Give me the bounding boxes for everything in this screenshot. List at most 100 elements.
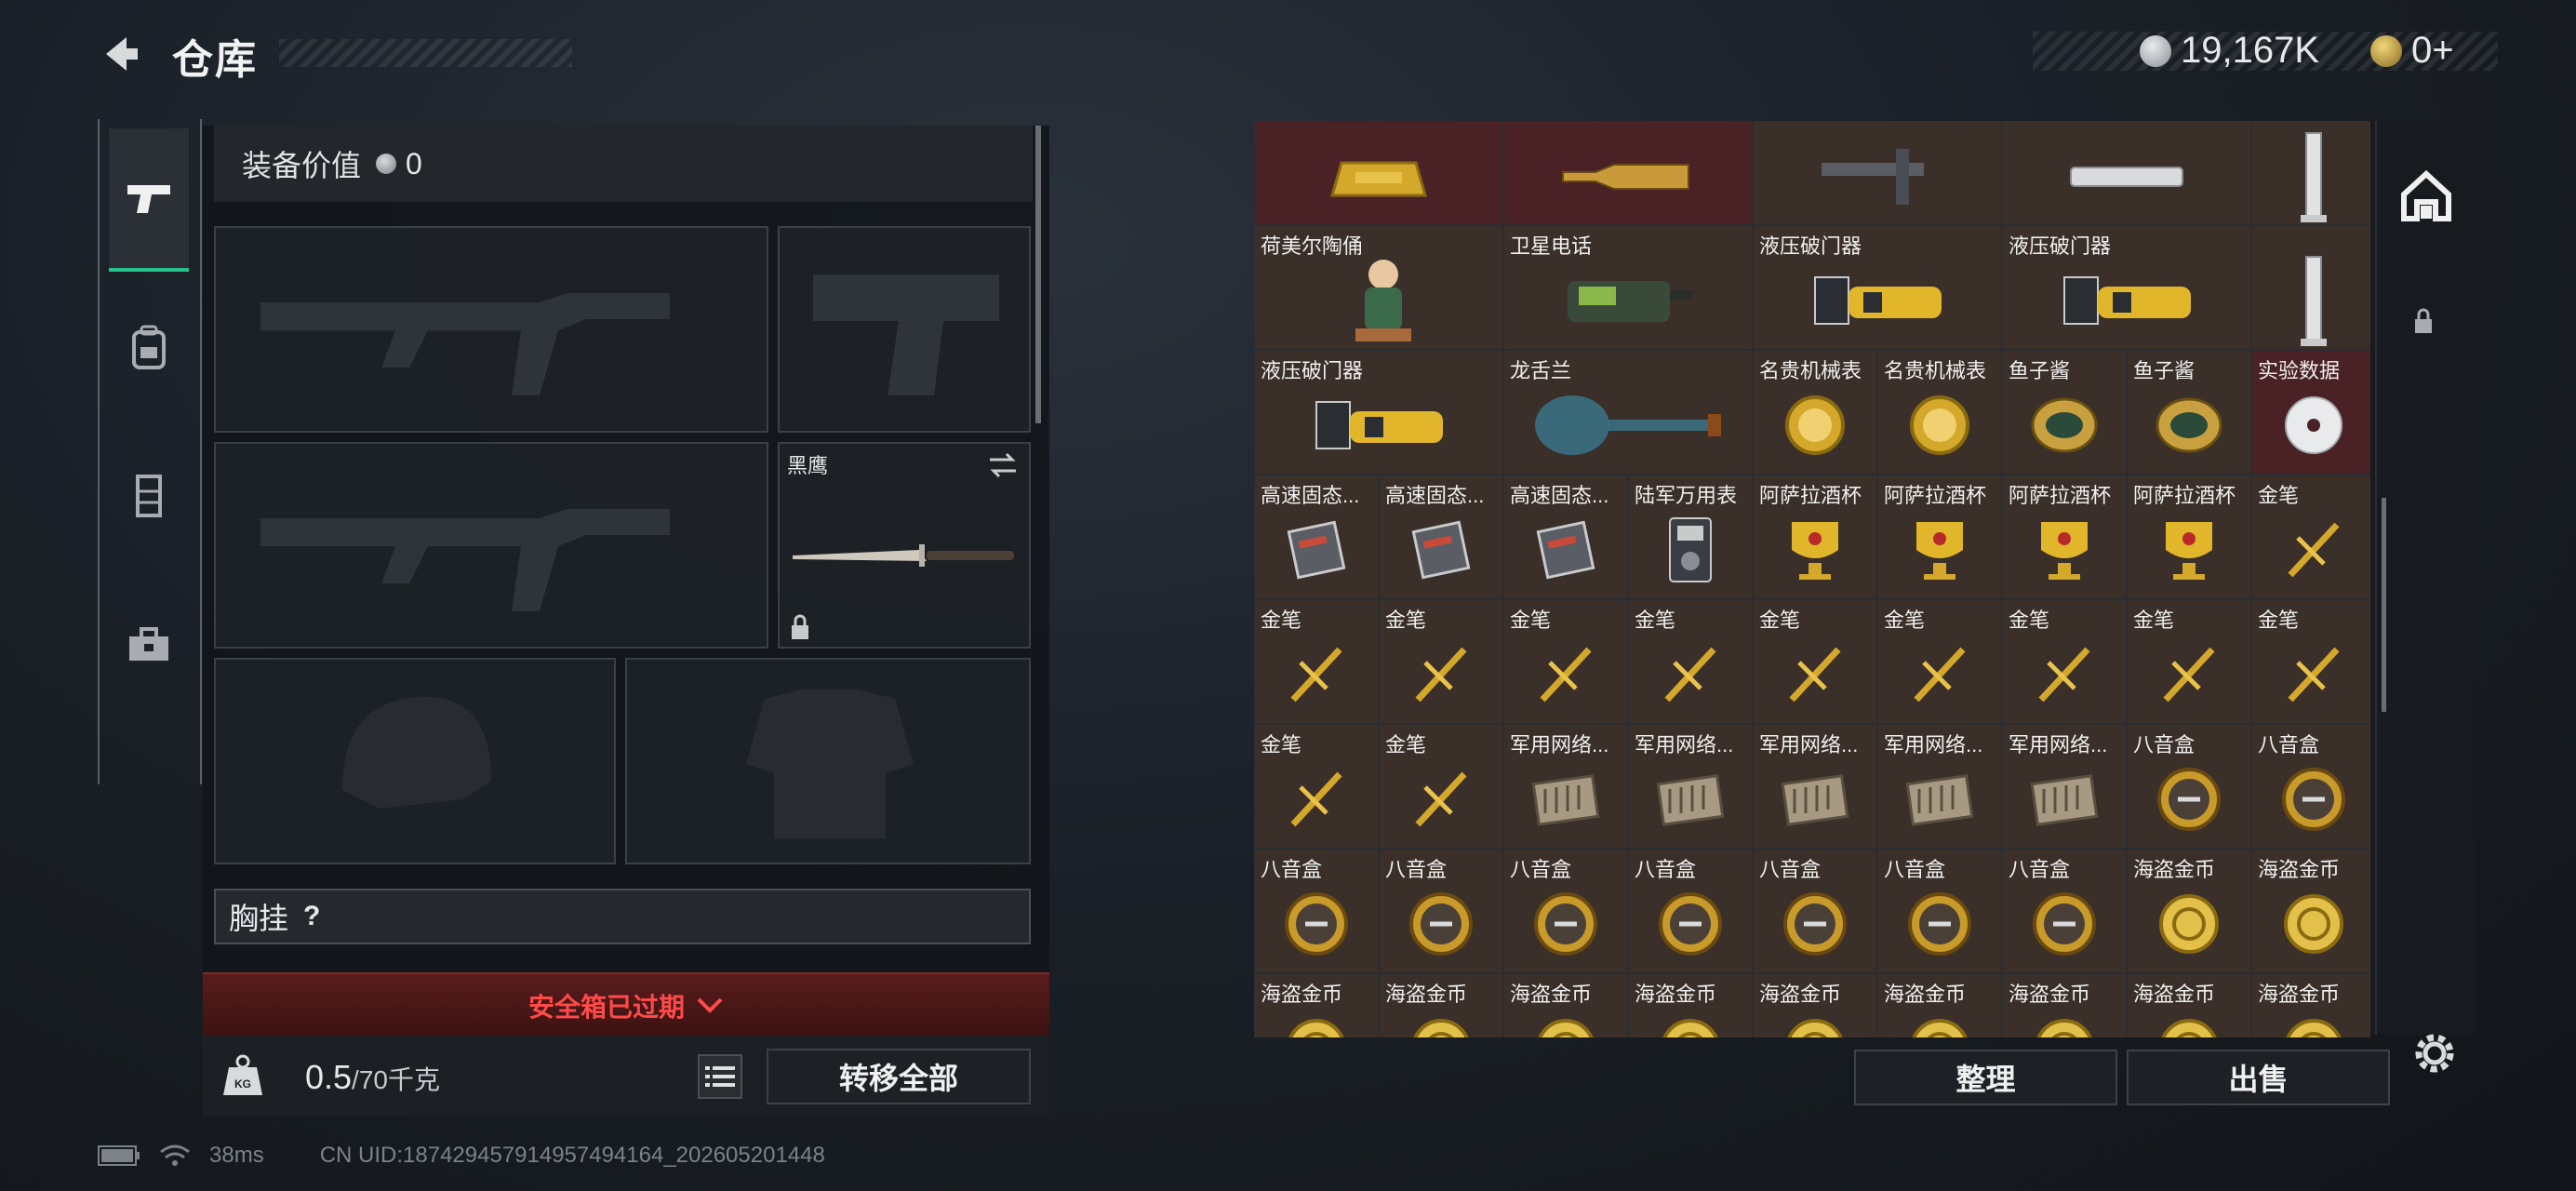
inventory-item[interactable]: 名贵机械表 xyxy=(1877,350,2002,475)
currency-hafcoin[interactable]: 19,167K xyxy=(2140,30,2319,72)
inventory-item[interactable]: 荷美尔陶俑 xyxy=(1254,225,1503,350)
inventory-item[interactable]: 金笔 xyxy=(1877,599,2002,724)
chest-rig-row[interactable]: 胸挂 ? xyxy=(214,889,1031,944)
inventory-item[interactable]: 实验数据 xyxy=(2251,350,2370,475)
swap-icon[interactable] xyxy=(986,451,1020,479)
inventory-item[interactable]: 阿萨拉酒杯 xyxy=(2127,475,2251,599)
inventory-item[interactable]: 阿萨拉酒杯 xyxy=(1877,475,2002,599)
lock-icon xyxy=(792,614,808,639)
tab-vest[interactable] xyxy=(109,426,189,566)
currency-token[interactable]: 0+ xyxy=(2370,30,2454,72)
inventory-item[interactable] xyxy=(2251,225,2370,350)
satphone-icon xyxy=(1504,252,1752,349)
inventory-item[interactable]: 军用网络... xyxy=(1628,724,1753,849)
inventory-item[interactable]: 液压破门器 xyxy=(1254,350,1503,475)
inventory-item[interactable]: 八音盒 xyxy=(1628,849,1753,973)
inventory-item[interactable] xyxy=(2251,121,2370,225)
ssd-icon xyxy=(1504,502,1627,598)
goblet-icon xyxy=(2003,502,2126,598)
inventory-item[interactable]: 金笔 xyxy=(1628,599,1753,724)
inventory-item[interactable]: 高速固态... xyxy=(1254,475,1379,599)
settings-button[interactable] xyxy=(2409,1028,2460,1083)
inventory-item[interactable]: 高速固态... xyxy=(1503,475,1628,599)
inventory-item[interactable]: 八音盒 xyxy=(2127,724,2251,849)
gold-pen-icon xyxy=(2252,502,2370,598)
inventory-item[interactable]: 八音盒 xyxy=(2002,849,2127,973)
inventory-item[interactable] xyxy=(1254,121,1503,225)
inventory-item[interactable]: 海盗金币 xyxy=(1503,973,1628,1037)
inventory-item[interactable]: 八音盒 xyxy=(1379,849,1503,973)
storage-tab-locked[interactable] xyxy=(2412,307,2435,340)
melee-slot[interactable]: 黑鹰 xyxy=(778,442,1031,649)
inventory-item[interactable]: 八音盒 xyxy=(2251,724,2370,849)
inventory-item[interactable]: 八音盒 xyxy=(1753,849,1877,973)
inventory-item[interactable]: 海盗金币 xyxy=(1753,973,1877,1037)
sell-button[interactable]: 出售 xyxy=(2127,1050,2390,1105)
inventory-item[interactable]: 海盗金币 xyxy=(2251,849,2370,973)
inventory-item[interactable]: 海盗金币 xyxy=(2251,973,2370,1037)
inventory-item[interactable]: 阿萨拉酒杯 xyxy=(2002,475,2127,599)
inventory-item[interactable]: 海盗金币 xyxy=(2002,973,2127,1037)
inventory-item[interactable]: 八音盒 xyxy=(1877,849,2002,973)
list-view-button[interactable] xyxy=(698,1054,742,1099)
inventory-item[interactable]: 军用网络... xyxy=(1877,724,2002,849)
tab-backpack[interactable] xyxy=(109,277,189,417)
tab-toolbox[interactable] xyxy=(109,575,189,715)
inventory-item[interactable]: 液压破门器 xyxy=(2002,225,2251,350)
inventory-item[interactable]: 卫星电话 xyxy=(1503,225,1753,350)
inventory-scrollbar[interactable] xyxy=(2382,498,2386,712)
inventory-item[interactable] xyxy=(1753,121,2002,225)
inventory-item[interactable]: 金笔 xyxy=(1379,724,1503,849)
inventory-item[interactable]: 金笔 xyxy=(1753,599,1877,724)
inventory-item[interactable]: 军用网络... xyxy=(2002,724,2127,849)
armor-slot[interactable] xyxy=(625,658,1031,864)
primary-weapon-slot[interactable] xyxy=(214,226,768,433)
helmet-slot[interactable] xyxy=(214,658,616,864)
breacher-icon xyxy=(1754,252,2001,349)
goblet-icon xyxy=(2128,502,2250,598)
inventory-item[interactable]: 金笔 xyxy=(2002,599,2127,724)
caviar-icon xyxy=(2003,377,2126,474)
pistol-slot[interactable] xyxy=(778,226,1031,433)
inventory-item[interactable]: 军用网络... xyxy=(1503,724,1628,849)
inventory-item[interactable]: 阿萨拉酒杯 xyxy=(1753,475,1877,599)
tab-weapons[interactable] xyxy=(109,128,189,272)
inventory-item[interactable]: 金笔 xyxy=(2251,475,2370,599)
inventory-item[interactable]: 龙舌兰 xyxy=(1503,350,1753,475)
inventory-item[interactable]: 鱼子酱 xyxy=(2002,350,2127,475)
inventory-item[interactable]: 名贵机械表 xyxy=(1753,350,1877,475)
inventory-item[interactable]: 海盗金币 xyxy=(1628,973,1753,1037)
inventory-item[interactable]: 海盗金币 xyxy=(2127,849,2251,973)
inventory-item[interactable] xyxy=(1503,121,1753,225)
inventory-item[interactable]: 金笔 xyxy=(2251,599,2370,724)
inventory-item[interactable]: 金笔 xyxy=(2127,599,2251,724)
inventory-item[interactable]: 高速固态... xyxy=(1379,475,1503,599)
inventory-item[interactable]: 金笔 xyxy=(1254,724,1379,849)
pirate-coin-icon xyxy=(2252,1000,2370,1037)
inventory-item[interactable]: 鱼子酱 xyxy=(2127,350,2251,475)
inventory-item[interactable]: 海盗金币 xyxy=(2127,973,2251,1037)
inventory-item[interactable]: 海盗金币 xyxy=(1254,973,1379,1037)
inventory-item[interactable]: 八音盒 xyxy=(1503,849,1628,973)
safe-box-expired-banner[interactable]: 安全箱已过期 xyxy=(203,972,1049,1037)
inventory-item[interactable]: 金笔 xyxy=(1503,599,1628,724)
help-icon[interactable]: ? xyxy=(303,901,320,932)
transfer-all-button[interactable]: 转移全部 xyxy=(767,1049,1031,1104)
inventory-item[interactable]: 海盗金币 xyxy=(1877,973,2002,1037)
storage-tab-main[interactable] xyxy=(2396,166,2457,227)
inventory-item[interactable]: 液压破门器 xyxy=(1753,225,2002,350)
chevron-down-icon xyxy=(697,997,723,1013)
inventory-item[interactable] xyxy=(2002,121,2251,225)
inventory-item[interactable]: 金笔 xyxy=(1254,599,1379,724)
equipment-value-label: 装备价值 xyxy=(242,149,362,182)
organize-button[interactable]: 整理 xyxy=(1854,1050,2117,1105)
inventory-item[interactable]: 军用网络... xyxy=(1753,724,1877,849)
secondary-weapon-slot[interactable] xyxy=(214,442,768,649)
inventory-item[interactable]: 八音盒 xyxy=(1254,849,1379,973)
inventory-item[interactable]: 金笔 xyxy=(1379,599,1503,724)
equipment-scrollbar[interactable] xyxy=(1035,126,1041,423)
currency-value: 19,167K xyxy=(2181,30,2320,71)
back-button[interactable] xyxy=(93,26,149,82)
inventory-item[interactable]: 海盗金币 xyxy=(1379,973,1503,1037)
inventory-item[interactable]: 陆军万用表 xyxy=(1628,475,1753,599)
